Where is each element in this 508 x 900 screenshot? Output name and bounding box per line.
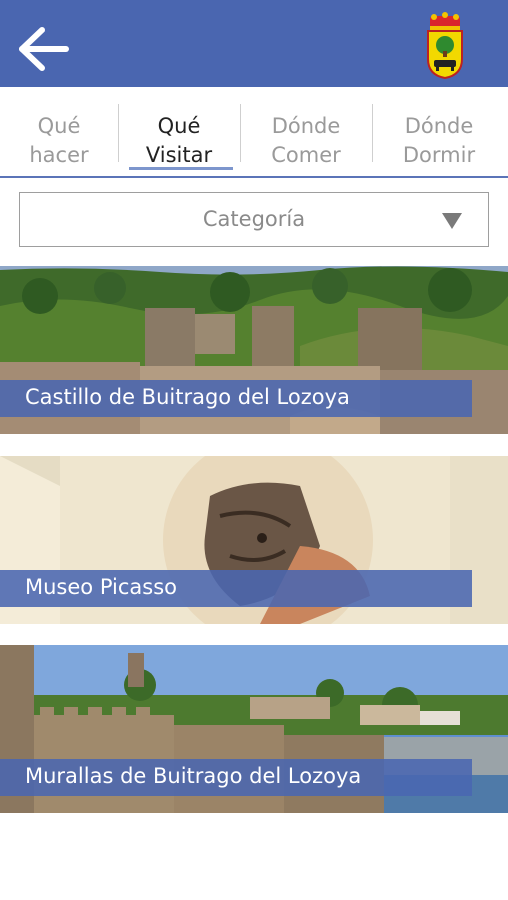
active-tab-indicator <box>129 167 233 170</box>
place-card-museo-picasso[interactable]: Museo Picasso <box>0 456 508 624</box>
place-card-label: Museo Picasso <box>0 570 472 607</box>
tab-que-hacer[interactable]: Qué hacer <box>0 112 118 172</box>
place-name: Murallas de Buitrago del Lozoya <box>25 764 362 788</box>
tab-label-line1: Dónde <box>404 114 474 138</box>
section-tabs: Qué hacer Qué Visitar Dónde Comer Dónde … <box>0 87 508 177</box>
tab-label-line1: Dónde <box>271 114 341 138</box>
place-card-murallas[interactable]: Murallas de Buitrago del Lozoya <box>0 645 508 813</box>
arrow-left-icon[interactable] <box>18 27 70 71</box>
tab-label-line2: Visitar <box>145 143 213 167</box>
tab-donde-dormir[interactable]: Dónde Dormir <box>374 112 504 172</box>
place-card-label: Murallas de Buitrago del Lozoya <box>0 759 472 796</box>
category-select[interactable]: Categoría <box>19 192 489 247</box>
tab-label-line2: hacer <box>29 143 89 167</box>
tab-donde-comer[interactable]: Dónde Comer <box>242 112 370 172</box>
tab-label-line1: Qué <box>157 114 201 138</box>
category-select-label: Categoría <box>202 207 306 231</box>
tab-divider <box>240 104 241 162</box>
app-header <box>0 0 508 87</box>
place-name: Castillo de Buitrago del Lozoya <box>25 385 350 409</box>
tab-divider <box>372 104 373 162</box>
place-card-label: Castillo de Buitrago del Lozoya <box>0 380 472 417</box>
dropdown-triangle-icon <box>442 213 462 229</box>
place-name: Museo Picasso <box>25 575 177 599</box>
tabs-divider-line <box>0 176 508 178</box>
tab-divider <box>118 104 119 162</box>
municipal-coat-of-arms-icon <box>427 12 463 79</box>
tab-label-line2: Comer <box>271 143 341 167</box>
tab-label-line1: Qué <box>37 114 81 138</box>
place-card-castillo[interactable]: Castillo de Buitrago del Lozoya <box>0 266 508 434</box>
tab-label-line2: Dormir <box>402 143 476 167</box>
tab-que-visitar[interactable]: Qué Visitar <box>120 112 238 172</box>
